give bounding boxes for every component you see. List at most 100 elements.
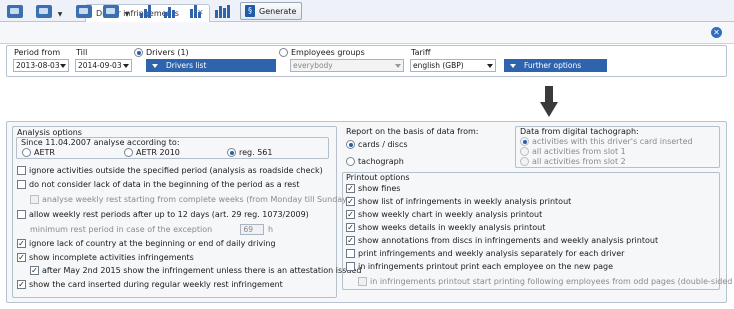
- chevron-down-icon: [395, 64, 401, 68]
- email-icon: [36, 4, 52, 18]
- printout-option-label: show annotations from discs in infringem…: [358, 236, 659, 245]
- chevron-down-icon: [123, 64, 129, 68]
- reg-561-radio[interactable]: [227, 148, 236, 157]
- printout-checkbox-3[interactable]: ✓: [346, 223, 355, 232]
- bar-chart-m-icon: [215, 4, 230, 18]
- aetr-2010-label: AETR 2010: [136, 148, 180, 157]
- employees-groups-label: Employees groups: [291, 48, 365, 57]
- toolbar: [0, 22, 734, 44]
- analysis-checkbox-7[interactable]: ✓: [30, 266, 39, 275]
- min-rest-label: minimum rest period in case of the excep…: [30, 225, 213, 234]
- further-options-label: Further options: [524, 61, 582, 70]
- email-dropdown-arrow[interactable]: ▼: [56, 6, 64, 22]
- analysis-checkbox-3[interactable]: [17, 210, 26, 219]
- digital-option-label: activities with this driver's card inser…: [532, 137, 693, 146]
- tariff-value: english (GBP): [413, 61, 464, 70]
- analysis-options-title: Analysis options: [17, 128, 82, 137]
- chevron-down-icon: [60, 64, 66, 68]
- printout-checkbox-2[interactable]: ✓: [346, 210, 355, 219]
- min-rest-value: 69: [243, 225, 253, 234]
- print-button[interactable]: [76, 3, 92, 19]
- printout-option-label: show weeks details in weekly analysis pr…: [358, 223, 546, 232]
- print-preview-icon: [103, 4, 119, 18]
- printout-option-label: print infringements and weekly analysis …: [358, 249, 625, 258]
- printout-checkbox-4[interactable]: ✓: [346, 236, 355, 245]
- tariff-select[interactable]: english (GBP): [410, 59, 496, 72]
- analysis-option-label: ignore lack of country at the beginning …: [29, 239, 276, 248]
- analysis-checkbox-8[interactable]: ✓: [17, 280, 26, 289]
- export-icon: [7, 4, 23, 18]
- analysis-checkbox-0[interactable]: [17, 166, 26, 175]
- analysis-option-label: ignore activities outside the specified …: [29, 166, 323, 175]
- generate-label: Generate: [259, 6, 297, 16]
- printout-option-label: in infringements printout print each emp…: [358, 262, 614, 271]
- drivers-radio-label: Drivers (1): [146, 48, 189, 57]
- digital-radio-2[interactable]: [520, 157, 529, 166]
- close-report-icon[interactable]: ✕: [711, 27, 722, 38]
- arrow-down-icon: [540, 86, 558, 117]
- bar-chart-icon: [164, 5, 175, 18]
- cards-discs-label: cards / discs: [358, 140, 408, 149]
- till-label: Till: [76, 48, 88, 57]
- employees-groups-radio[interactable]: [279, 48, 288, 57]
- printout-option-label: show fines: [358, 184, 401, 193]
- bar-chart-icon: [190, 4, 201, 18]
- printout-options-title: Printout options: [346, 173, 410, 182]
- chart-button-3[interactable]: [190, 3, 201, 19]
- digital-option-label: all activities from slot 1: [532, 147, 626, 156]
- employees-groups-value: everybody: [293, 61, 333, 70]
- drivers-radio[interactable]: [134, 48, 143, 57]
- digital-radio-1[interactable]: [520, 147, 529, 156]
- analysis-option-label: after May 2nd 2015 show the infringement…: [42, 266, 362, 275]
- printout-option-label: show weekly chart in weekly analysis pri…: [358, 210, 543, 219]
- analysis-checkbox-2[interactable]: [30, 195, 39, 204]
- printout-option-label: show list of infringements in weekly ana…: [358, 197, 572, 206]
- digital-tachograph-title: Data from digital tachograph:: [520, 127, 639, 136]
- analysis-checkbox-6[interactable]: ✓: [17, 253, 26, 262]
- min-rest-stepper[interactable]: 69: [240, 224, 264, 235]
- analysis-option-label: show the card inserted during regular we…: [29, 280, 283, 289]
- chart-button-2[interactable]: [164, 3, 175, 19]
- employees-groups-select[interactable]: everybody: [290, 59, 404, 72]
- printout-checkbox-6[interactable]: [346, 262, 355, 271]
- tariff-label: Tariff: [411, 48, 431, 57]
- printout-option-label: in infringements printout start printing…: [370, 277, 734, 286]
- print-preview-button[interactable]: [103, 3, 119, 19]
- generate-button[interactable]: § Generate: [240, 2, 302, 20]
- period-from-label: Period from: [14, 48, 61, 57]
- cards-discs-radio[interactable]: [346, 140, 355, 149]
- chart-button-1[interactable]: [140, 3, 151, 19]
- chevron-down-icon: [487, 64, 493, 68]
- chevron-down-icon: [152, 64, 158, 68]
- period-from-value: 2013-08-03: [16, 61, 60, 70]
- tachograph-radio[interactable]: [346, 157, 355, 166]
- chevron-down-icon: [510, 64, 516, 68]
- drivers-list-button[interactable]: Drivers list: [146, 59, 276, 72]
- further-options-button[interactable]: Further options: [504, 59, 607, 72]
- printout-checkbox-7[interactable]: [358, 277, 367, 286]
- min-rest-unit: h: [268, 225, 274, 234]
- till-field[interactable]: 2014-09-03: [75, 59, 132, 72]
- bar-chart-icon: [140, 4, 151, 18]
- till-value: 2014-09-03: [78, 61, 122, 70]
- aetr-radio[interactable]: [22, 148, 31, 157]
- printout-checkbox-5[interactable]: [346, 249, 355, 258]
- analysis-option-label: show incomplete activities infringements: [29, 253, 194, 262]
- regulation-label: Since 11.04.2007 analyse according to:: [21, 138, 180, 147]
- analysis-checkbox-5[interactable]: ✓: [17, 239, 26, 248]
- aetr-2010-radio[interactable]: [124, 148, 133, 157]
- analysis-option-label: do not consider lack of data in the begi…: [29, 180, 300, 189]
- printout-checkbox-1[interactable]: ✓: [346, 197, 355, 206]
- chart-button-4[interactable]: [215, 3, 230, 19]
- email-button[interactable]: [36, 3, 52, 19]
- analysis-checkbox-1[interactable]: [17, 180, 26, 189]
- period-from-field[interactable]: 2013-08-03: [13, 59, 69, 72]
- digital-radio-0[interactable]: [520, 137, 529, 146]
- analysis-option-label: allow weekly rest periods after up to 12…: [29, 210, 309, 219]
- print-dropdown-arrow[interactable]: ▼: [123, 6, 131, 22]
- export-button[interactable]: [7, 3, 23, 19]
- analysis-option-label: analyse weekly rest starting from comple…: [42, 195, 351, 204]
- generate-icon: §: [245, 5, 255, 17]
- digital-option-label: all activities from slot 2: [532, 157, 626, 166]
- printout-checkbox-0[interactable]: ✓: [346, 184, 355, 193]
